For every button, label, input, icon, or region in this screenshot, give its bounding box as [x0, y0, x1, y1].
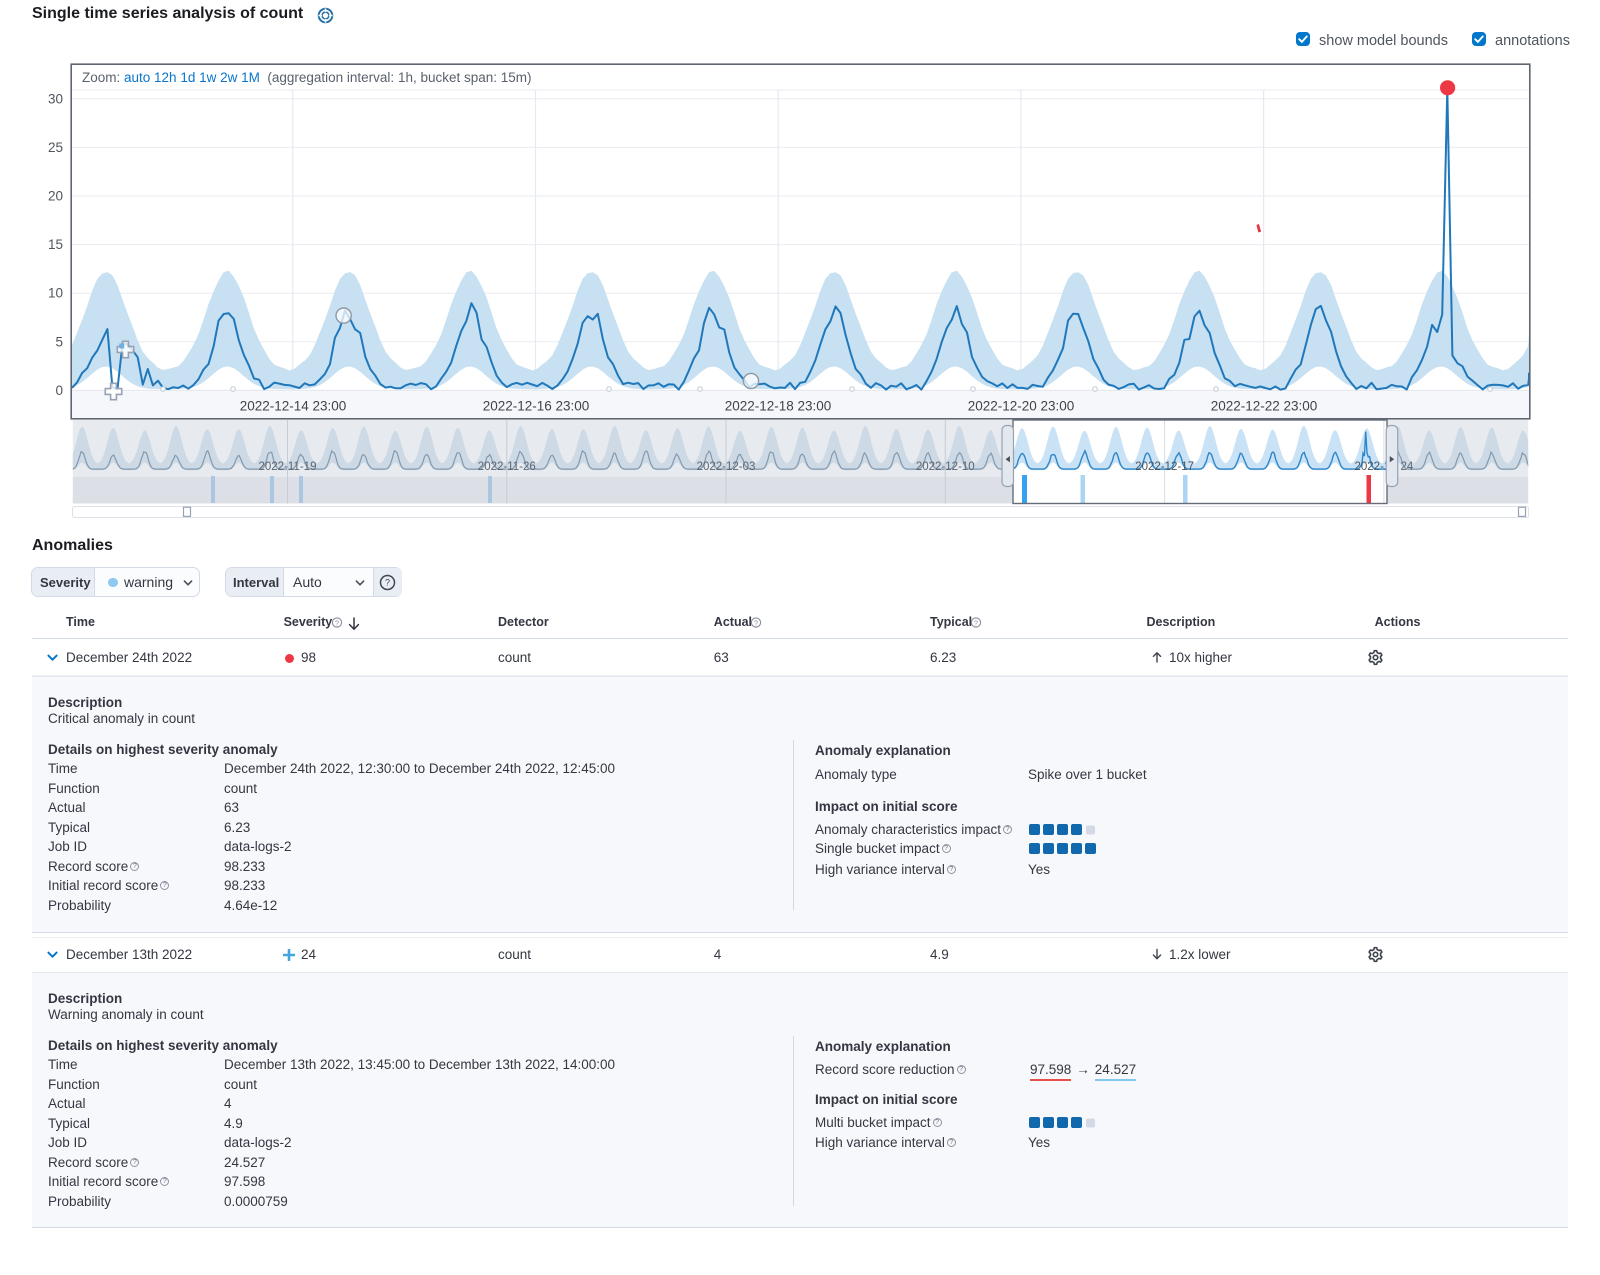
- svg-text:2022-11-26: 2022-11-26: [478, 461, 536, 473]
- svg-text:0: 0: [55, 383, 63, 398]
- svg-text:24: 24: [1401, 461, 1414, 473]
- svg-text:30: 30: [48, 91, 63, 106]
- svg-text:2022-12-17: 2022-12-17: [1135, 461, 1194, 473]
- svg-text:25: 25: [48, 140, 63, 155]
- svg-text:2022-12-16 23:00: 2022-12-16 23:00: [483, 399, 590, 414]
- svg-text:2022-12-22 23:00: 2022-12-22 23:00: [1211, 399, 1318, 414]
- svg-text:?: ?: [974, 618, 978, 627]
- svg-text:2022-12-14 23:00: 2022-12-14 23:00: [240, 399, 347, 414]
- svg-text:2022-12-10: 2022-12-10: [916, 461, 975, 473]
- svg-text:Zoom: auto 12h 1d 1w 2w 1M (a: Zoom: auto 12h 1d 1w 2w 1M (aggregation …: [82, 70, 532, 85]
- svg-text:?: ?: [335, 618, 339, 627]
- svg-text:2022-12-18 23:00: 2022-12-18 23:00: [725, 399, 832, 414]
- svg-text:2022-11-19: 2022-11-19: [259, 461, 317, 473]
- svg-text:2022-12-03: 2022-12-03: [697, 461, 756, 473]
- svg-text:15: 15: [48, 237, 63, 252]
- svg-text:?: ?: [385, 578, 390, 588]
- svg-text:?: ?: [754, 618, 758, 627]
- svg-text:10: 10: [48, 286, 63, 301]
- svg-text:20: 20: [48, 189, 63, 204]
- svg-text:5: 5: [55, 334, 63, 349]
- svg-text:2022-12-20 23:00: 2022-12-20 23:00: [968, 399, 1075, 414]
